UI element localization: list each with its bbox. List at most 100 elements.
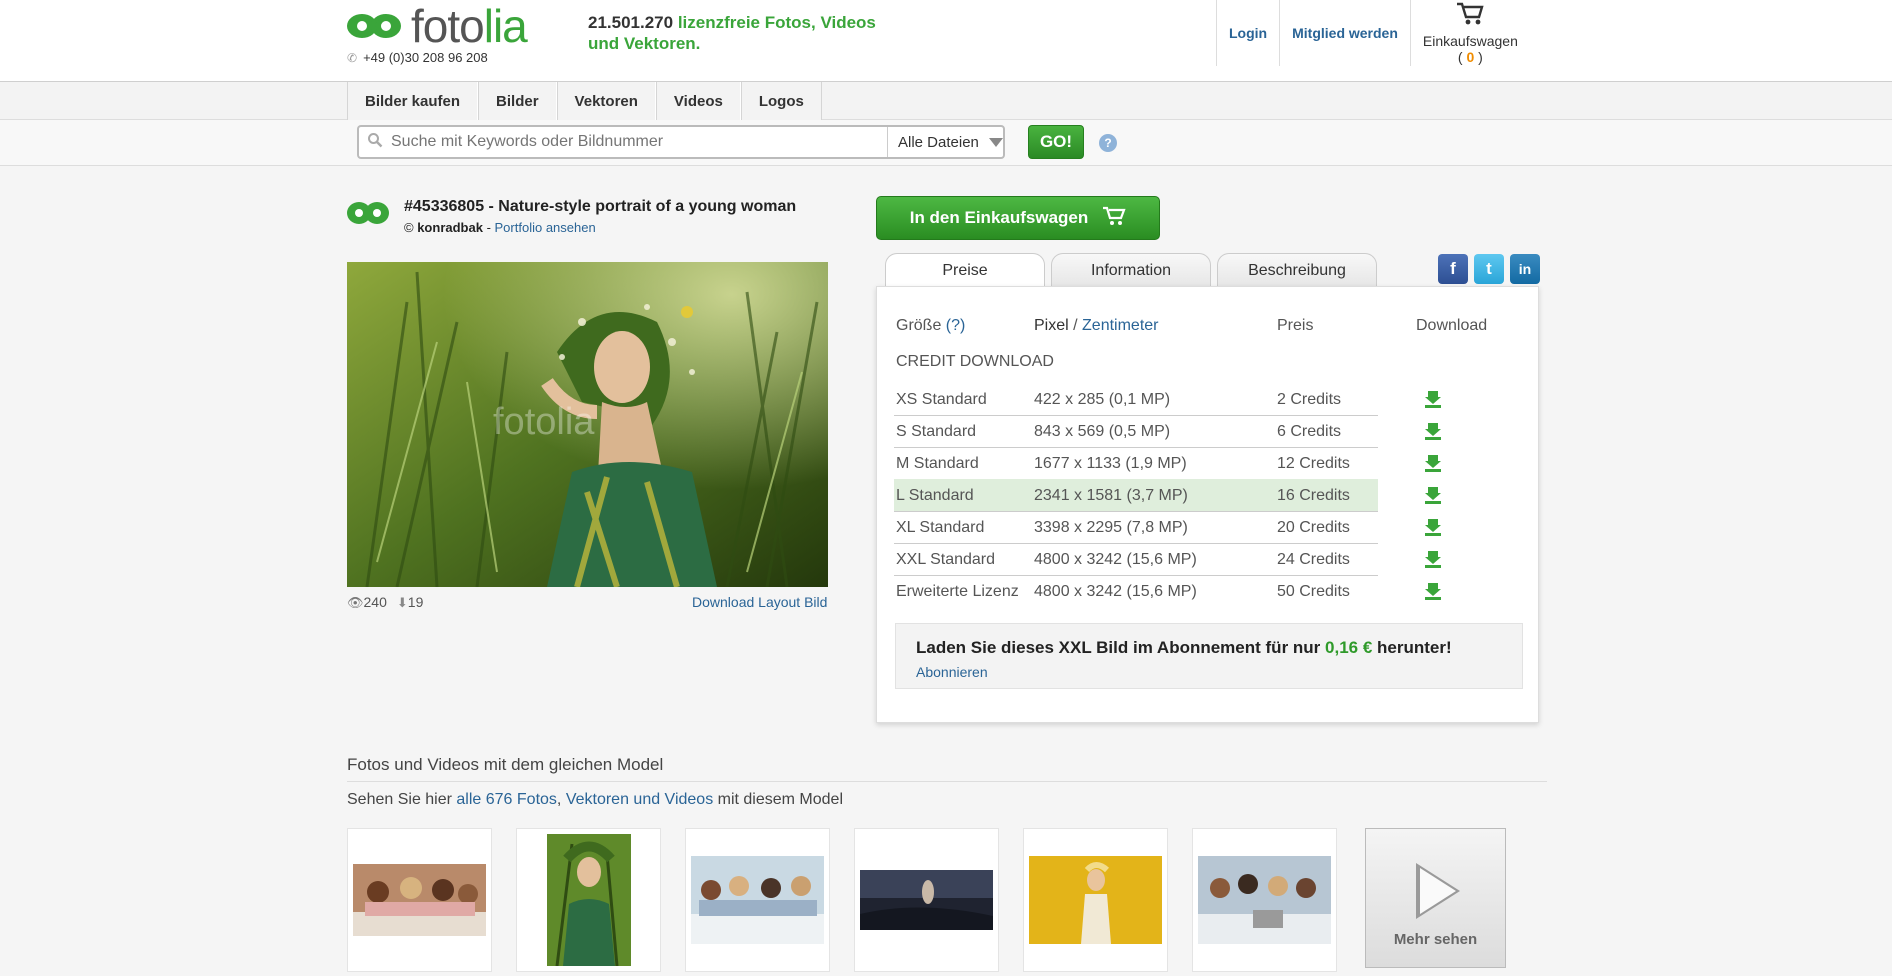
cart-link[interactable]: Einkaufswagen ( 0 ) [1409,0,1530,66]
download-icon[interactable] [1425,423,1441,440]
tab-preise[interactable]: Preise [885,253,1045,288]
tagline: 21.501.270 lizenzfreie Fotos, Videos und… [588,13,876,53]
search-bar: Alle Dateien GO! ? [0,120,1892,166]
subscribe-link[interactable]: Abonnieren [916,664,988,680]
search-input[interactable] [387,127,887,157]
row-size: S Standard [896,423,977,440]
main-photo[interactable]: fotolia [347,262,828,587]
download-icon[interactable] [1425,551,1441,568]
logo-wordmark: fotolia [411,0,528,52]
nav-item-vektoren[interactable]: Vektoren [556,82,656,120]
phone-icon: ✆ [347,50,358,65]
nav-item-bilder[interactable]: Bilder [478,82,557,120]
download-icon[interactable] [1425,583,1441,600]
unit-pixel[interactable]: Pixel [1034,317,1069,334]
price-row[interactable]: XL Standard 3398 x 2295 (7,8 MP) 20 Cred… [894,511,1378,544]
download-icon[interactable] [1425,391,1441,408]
facebook-icon[interactable]: f [1438,254,1468,284]
related-thumbnail[interactable] [347,828,492,972]
row-dims: 4800 x 3242 (15,6 MP) [1034,583,1197,600]
file-type-value: Alle Dateien [898,133,979,151]
row-price: 16 Credits [1277,487,1350,504]
row-size: M Standard [896,455,979,472]
download-icon[interactable] [1425,455,1441,472]
subscription-price: 0,16 € [1325,638,1373,657]
signup-link[interactable]: Mitglied werden [1279,0,1410,66]
related-subline: Sehen Sie hier alle 676 Fotos, Vektoren … [347,791,844,808]
row-size: L Standard [896,487,974,504]
twitter-icon[interactable]: t [1474,254,1504,284]
related-thumbnail[interactable] [1192,828,1337,972]
cart-label: Einkaufswagen [1422,33,1518,49]
price-row[interactable]: XXL Standard 4800 x 3242 (15,6 MP) 24 Cr… [894,543,1378,576]
help-icon[interactable]: ? [1099,134,1117,152]
vectors-videos-link[interactable]: Vektoren und Videos [566,791,713,808]
unit-centimeter[interactable]: Zentimeter [1082,317,1158,334]
more-see-label: Mehr sehen [1393,931,1478,948]
download-layout-link[interactable]: Download Layout Bild [692,594,827,610]
login-link[interactable]: Login [1216,0,1279,66]
price-row[interactable]: M Standard 1677 x 1133 (1,9 MP) 12 Credi… [894,447,1378,480]
price-panel: Größe (?) Pixel / Zentimeter Preis Downl… [876,286,1539,723]
related-thumbnail[interactable] [516,828,661,972]
subscription-text: Laden Sie dieses XXL Bild im Abonnement … [916,638,1452,657]
search-box: Alle Dateien [357,125,1005,159]
nav-item-logos[interactable]: Logos [740,82,822,120]
add-to-cart-button[interactable]: In den Einkaufswagen [876,196,1160,240]
file-type-select[interactable]: Alle Dateien [887,127,1003,157]
price-row[interactable]: Erweiterte Lizenz 4800 x 3242 (15,6 MP) … [894,575,1378,608]
col-header-units: Pixel / Zentimeter [1034,317,1159,334]
divider [347,781,1547,782]
nav-item-videos[interactable]: Videos [655,82,741,120]
main-nav: Bilder kaufen Bilder Vektoren Videos Log… [0,82,1892,120]
phone-text: +49 (0)30 208 96 208 [363,50,488,65]
account-links: Login Mitglied werden Einkaufswagen ( 0 … [1216,0,1530,66]
all-photos-link[interactable]: alle 676 Fotos [456,791,557,808]
credit-download-heading: CREDIT DOWNLOAD [896,353,1054,370]
image-title: #45336805 - Nature-style portrait of a y… [404,198,797,215]
download-icon[interactable] [1425,519,1441,536]
related-thumbnails: Mehr sehen [347,828,1506,972]
download-icon[interactable] [1425,487,1441,504]
related-thumbnail[interactable] [854,828,999,972]
size-help-link[interactable]: (?) [946,317,966,334]
search-go-button[interactable]: GO! [1028,125,1084,159]
play-icon [1416,863,1460,919]
row-size: Erweiterte Lizenz [896,583,1019,600]
chevron-down-icon [988,137,1003,147]
portfolio-link[interactable]: Portfolio ansehen [495,220,596,235]
row-size: XS Standard [896,391,987,408]
search-icon [367,132,387,152]
row-price: 24 Credits [1277,551,1350,568]
image-author: © konradbak - Portfolio ansehen [404,220,596,235]
eye-icon: 👁 [347,595,364,610]
phone-number: ✆ +49 (0)30 208 96 208 [347,50,488,65]
price-row[interactable]: S Standard 843 x 569 (0,5 MP) 6 Credits [894,415,1378,448]
linkedin-icon[interactable]: in [1510,254,1540,284]
col-header-price: Preis [1277,317,1314,334]
fotolia-logo[interactable]: fotolia [347,0,528,52]
related-thumbnail[interactable] [685,828,830,972]
price-row-selected[interactable]: L Standard 2341 x 1581 (3,7 MP) 16 Credi… [894,479,1378,512]
tab-information[interactable]: Information [1051,253,1211,287]
cart-icon [1102,205,1126,232]
col-header-size: Größe (?) [896,317,966,334]
related-thumbnail[interactable] [1023,828,1168,972]
row-dims: 3398 x 2295 (7,8 MP) [1034,519,1188,536]
row-price: 12 Credits [1277,455,1350,472]
downloads-stat: ⬇19 [396,594,424,610]
row-size: XL Standard [896,519,985,536]
nav-item-bilder-kaufen[interactable]: Bilder kaufen [347,82,479,120]
cart-icon [1423,0,1518,33]
subscription-box: Laden Sie dieses XXL Bild im Abonnement … [895,623,1523,689]
social-share: f t in [1438,254,1540,284]
tab-beschreibung[interactable]: Beschreibung [1217,253,1377,287]
row-price: 50 Credits [1277,583,1350,600]
watermark: fotolia [493,401,595,443]
more-see-button[interactable]: Mehr sehen [1365,828,1506,968]
row-size: XXL Standard [896,551,996,568]
row-dims: 843 x 569 (0,5 MP) [1034,423,1171,440]
price-row[interactable]: XS Standard 422 x 285 (0,1 MP) 2 Credits [894,383,1378,416]
row-dims: 422 x 285 (0,1 MP) [1034,391,1171,408]
row-dims: 1677 x 1133 (1,9 MP) [1034,455,1187,472]
